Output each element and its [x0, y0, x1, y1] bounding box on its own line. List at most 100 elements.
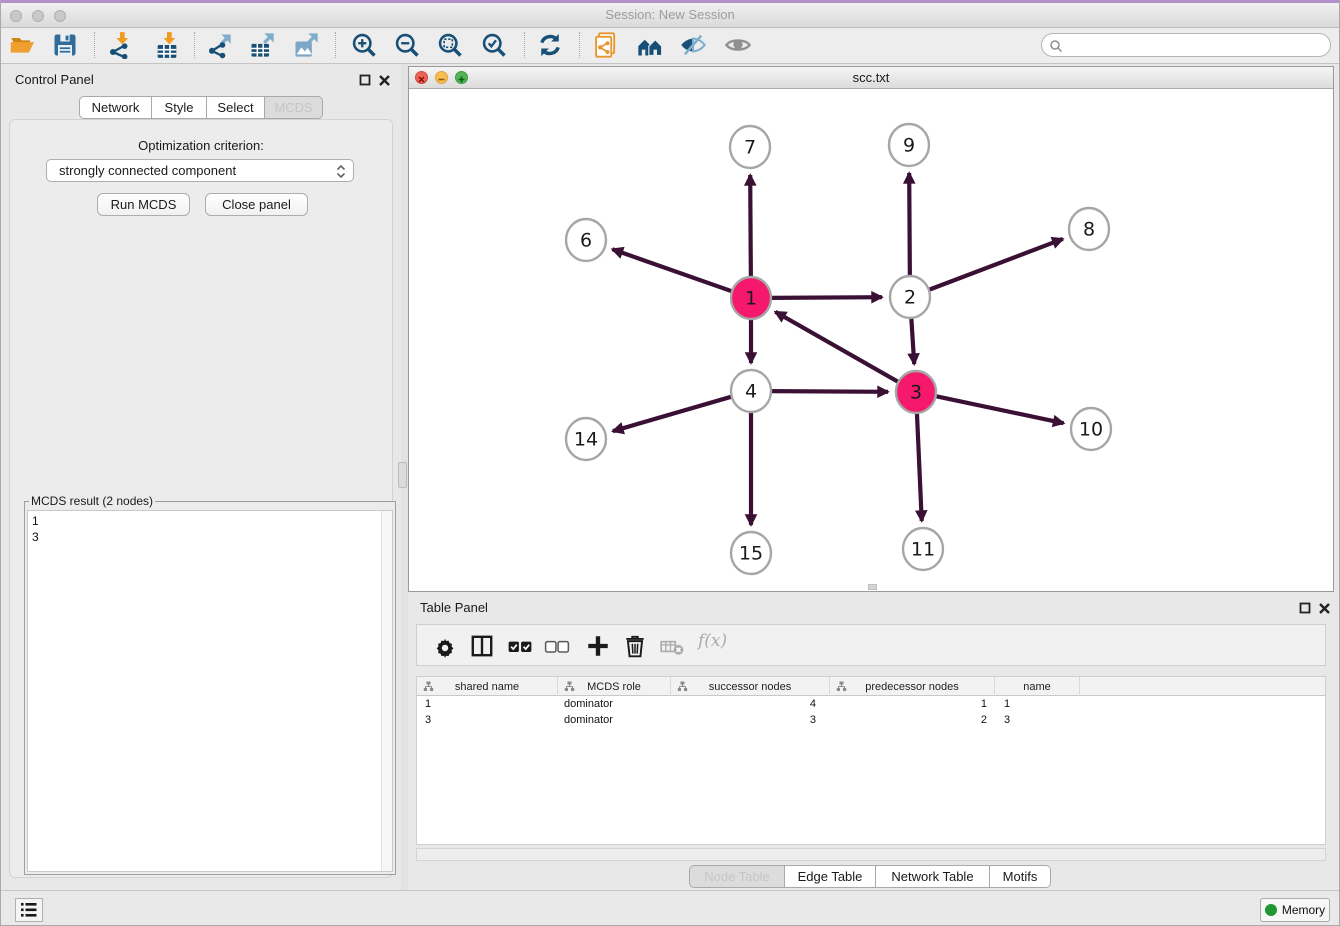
cell-name: 1 — [995, 696, 1080, 712]
graph-edge-3-10[interactable] — [935, 396, 1064, 423]
column-label: successor nodes — [709, 681, 792, 693]
graph-node-label: 6 — [580, 230, 592, 252]
table-panel-title: Table Panel — [420, 600, 488, 615]
graph-node-label: 11 — [911, 539, 935, 561]
table-options-icon[interactable] — [432, 633, 458, 659]
close-table-panel-icon[interactable] — [1318, 602, 1331, 615]
show-all-icon[interactable] — [724, 31, 752, 59]
search-input[interactable] — [1041, 33, 1331, 57]
main-toolbar — [1, 28, 1339, 64]
cell-predecessor-nodes: 1 — [830, 696, 995, 712]
zoom-fit-icon[interactable] — [436, 31, 464, 59]
float-table-panel-icon[interactable] — [1299, 602, 1312, 615]
graph-edge-2-8[interactable] — [928, 239, 1063, 290]
criterion-select[interactable]: strongly connected component — [46, 159, 354, 182]
graph-edge-1-7[interactable] — [750, 175, 751, 279]
tree-icon — [836, 681, 847, 692]
run-mcds-button[interactable]: Run MCDS — [97, 193, 190, 216]
column-header-mcds-role[interactable]: MCDS role — [558, 677, 671, 696]
tab-network-table[interactable]: Network Table — [876, 865, 990, 888]
mcds-result-line: 1 — [32, 513, 388, 529]
toolbar-separator — [524, 32, 525, 58]
mcds-result-line: 3 — [32, 529, 388, 545]
close-panel-button[interactable]: Close panel — [205, 193, 308, 216]
new-network-from-selection-icon[interactable] — [592, 31, 620, 59]
export-table-icon[interactable] — [248, 31, 276, 59]
delete-table-icon[interactable] — [659, 633, 685, 659]
function-builder-icon[interactable]: f(x) — [698, 631, 738, 657]
graph-node-label: 8 — [1083, 219, 1095, 241]
window-title: Session: New Session — [1, 7, 1339, 22]
refresh-icon[interactable] — [536, 31, 564, 59]
mcds-result-textarea[interactable]: 1 3 — [27, 510, 393, 872]
import-table-icon[interactable] — [153, 31, 181, 59]
cell-mcds-role: dominator — [558, 696, 671, 712]
table-row[interactable]: 1 dominator 4 1 1 — [417, 696, 1325, 712]
task-history-button[interactable] — [15, 898, 43, 922]
add-column-icon[interactable] — [585, 633, 611, 659]
column-label: MCDS role — [587, 681, 641, 693]
network-graph: 7968124314101511 — [409, 89, 1333, 590]
graph-edge-3-1[interactable] — [775, 312, 899, 383]
graph-edge-2-9[interactable] — [909, 173, 910, 278]
criterion-value: strongly connected component — [59, 163, 236, 178]
graph-node-label: 10 — [1079, 419, 1103, 441]
search-icon — [1049, 39, 1063, 53]
graph-edge-4-3[interactable] — [770, 391, 888, 392]
memory-status-dot — [1265, 904, 1277, 916]
graph-edge-4-14[interactable] — [613, 396, 733, 431]
graph-edge-1-6[interactable] — [612, 249, 733, 291]
column-header-predecessor-nodes[interactable]: predecessor nodes — [830, 677, 995, 696]
export-network-icon[interactable] — [205, 31, 233, 59]
zoom-out-icon[interactable] — [393, 31, 421, 59]
toolbar-separator — [94, 32, 95, 58]
tab-edge-table[interactable]: Edge Table — [785, 865, 876, 888]
open-folder-icon[interactable] — [9, 31, 37, 59]
cell-name: 3 — [995, 712, 1080, 728]
select-all-columns-icon[interactable] — [507, 633, 533, 659]
show-column-panel-icon[interactable] — [469, 633, 495, 659]
network-canvas[interactable]: 7968124314101511 — [409, 89, 1333, 590]
tab-node-table[interactable]: Node Table — [689, 865, 785, 888]
hide-selected-icon[interactable] — [679, 31, 707, 59]
table-row[interactable]: 3 dominator 3 2 3 — [417, 712, 1325, 728]
application-window: Session: New Session — [0, 0, 1340, 926]
close-panel-icon[interactable] — [378, 74, 391, 87]
delete-column-icon[interactable] — [622, 633, 648, 659]
result-scrollbar[interactable] — [381, 511, 392, 871]
graph-edge-2-3[interactable] — [911, 316, 914, 364]
float-panel-icon[interactable] — [359, 74, 372, 87]
table-horizontal-scrollbar[interactable] — [416, 848, 1326, 861]
chevron-up-down-icon — [335, 163, 347, 180]
memory-button[interactable]: Memory — [1260, 898, 1330, 922]
tab-network[interactable]: Network — [79, 96, 152, 119]
import-network-icon[interactable] — [106, 31, 134, 59]
deselect-all-columns-icon[interactable] — [544, 633, 570, 659]
tab-mcds[interactable]: MCDS — [265, 96, 323, 119]
graph-edge-1-2[interactable] — [770, 297, 882, 298]
column-header-shared-name[interactable]: shared name — [417, 677, 558, 696]
cell-shared-name: 3 — [417, 712, 558, 728]
first-neighbors-icon[interactable] — [636, 31, 664, 59]
splitter-grip[interactable] — [398, 462, 407, 488]
graph-node-label: 2 — [904, 287, 916, 309]
titlebar: Session: New Session — [1, 3, 1339, 28]
tab-style[interactable]: Style — [152, 96, 207, 119]
column-header-name[interactable]: name — [995, 677, 1080, 696]
node-table: shared name MCDS role successor nodes pr… — [416, 676, 1326, 845]
tree-icon — [677, 681, 688, 692]
tab-motifs[interactable]: Motifs — [990, 865, 1051, 888]
zoom-in-icon[interactable] — [350, 31, 378, 59]
save-icon[interactable] — [51, 31, 79, 59]
column-header-successor-nodes[interactable]: successor nodes — [671, 677, 830, 696]
network-titlebar[interactable]: scc.txt — [409, 67, 1333, 89]
list-icon — [16, 899, 42, 921]
graph-edge-3-11[interactable] — [917, 411, 922, 521]
cell-mcds-role: dominator — [558, 712, 671, 728]
export-image-icon[interactable] — [292, 31, 320, 59]
mcds-panel: Optimization criterion: strongly connect… — [9, 119, 393, 878]
tab-select[interactable]: Select — [207, 96, 265, 119]
zoom-selected-icon[interactable] — [480, 31, 508, 59]
network-resize-handle[interactable] — [868, 584, 877, 590]
table-toolbar: f(x) — [416, 624, 1326, 666]
